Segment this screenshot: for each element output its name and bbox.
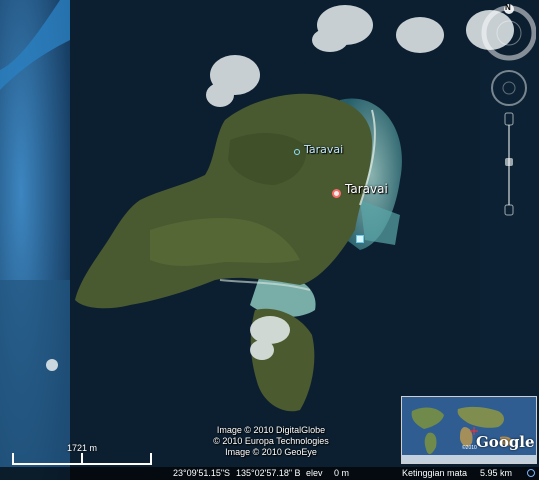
credit-line: Image © 2010 GeoEye bbox=[225, 447, 317, 457]
latitude-readout: 23°09'51.15"S bbox=[173, 468, 231, 478]
eye-altitude-label: Ketinggian mata bbox=[402, 468, 468, 478]
scale-tick bbox=[150, 453, 152, 465]
eye-altitude-value: 5.95 km bbox=[480, 468, 513, 478]
navigation-controls: N bbox=[476, 0, 537, 225]
scale-tick bbox=[12, 453, 14, 465]
elevation-value: 0 m bbox=[334, 468, 350, 478]
photo-marker-icon[interactable] bbox=[356, 235, 364, 243]
placemark-secondary-marker[interactable] bbox=[294, 149, 300, 155]
overview-copyright: ©2010 bbox=[462, 445, 477, 451]
placemark-secondary-label[interactable]: Taravai bbox=[304, 143, 343, 156]
imagery-credits: Image © 2010 DigitalGlobe © 2010 Europa … bbox=[196, 425, 346, 458]
credit-line: Image © 2010 DigitalGlobe bbox=[216, 425, 326, 435]
move-joystick[interactable] bbox=[491, 70, 527, 106]
scale-tick bbox=[81, 453, 83, 465]
credit-line: © 2010 Europa Technologies bbox=[213, 436, 329, 446]
scale-bar: 1721 m bbox=[12, 437, 152, 467]
zoom-slider[interactable] bbox=[504, 112, 514, 216]
google-logo: Google bbox=[476, 433, 535, 451]
elevation-label: elev bbox=[306, 468, 323, 478]
overview-world-map bbox=[402, 397, 536, 463]
streaming-indicator-icon bbox=[527, 469, 535, 477]
overview-map[interactable]: Google ©2010 bbox=[401, 396, 537, 464]
status-bar: 23°09'51.15"S 135°02'57.18" B elev 0 m K… bbox=[0, 467, 539, 480]
placemark-primary-label[interactable]: Taravai bbox=[345, 182, 388, 196]
longitude-readout: 135°02'57.18" B bbox=[236, 468, 301, 478]
look-joystick[interactable] bbox=[481, 5, 537, 61]
placemark-primary-marker[interactable] bbox=[332, 189, 341, 198]
scale-label: 1721 m bbox=[67, 443, 98, 453]
compass-north-letter: N bbox=[505, 3, 511, 12]
map-viewport[interactable]: Taravai Taravai N Image © 2010 DigitalGl… bbox=[0, 0, 539, 480]
